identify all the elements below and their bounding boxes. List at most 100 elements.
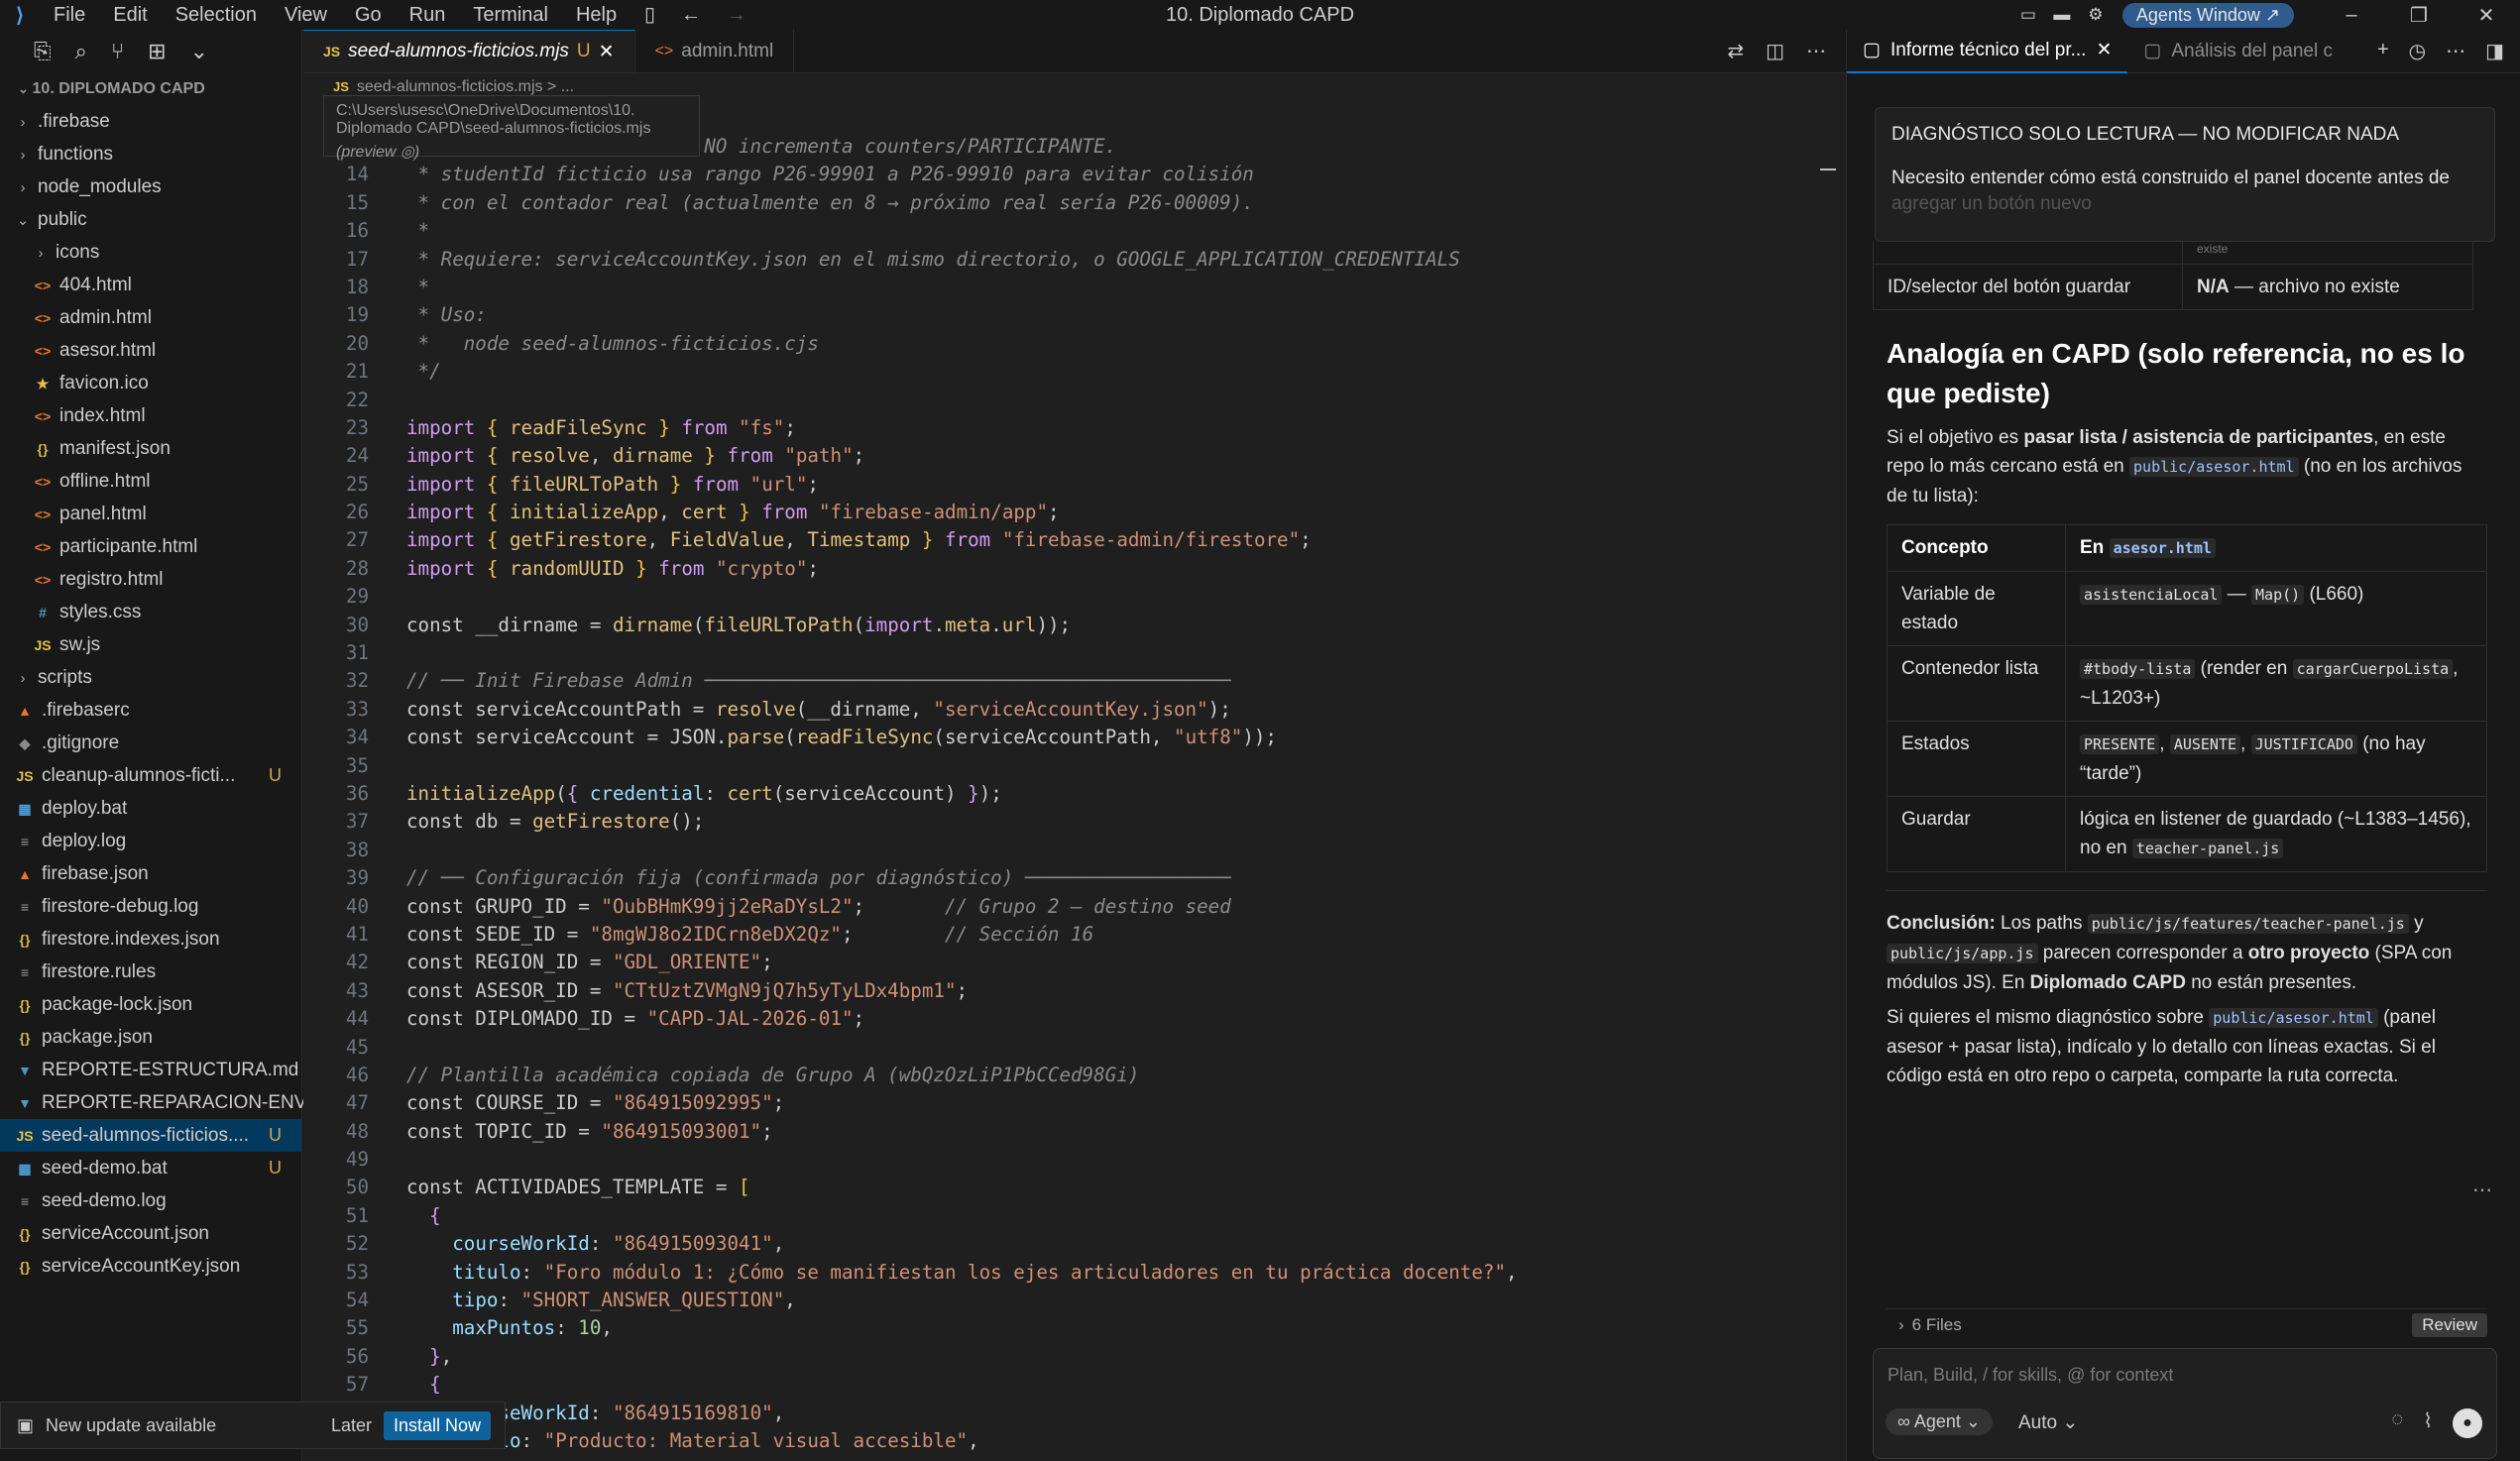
compare-icon[interactable]: ⇄ bbox=[1727, 39, 1744, 63]
file-item[interactable]: ≡ firestore.rules bbox=[0, 955, 301, 988]
code-line[interactable]: 32 // ── Init Firebase Admin ────────────… bbox=[303, 667, 1846, 695]
file-item[interactable]: ≡ seed-demo.log bbox=[0, 1184, 301, 1217]
changed-files-bar[interactable]: › 6 Files Review bbox=[1887, 1308, 2487, 1340]
code-line[interactable]: 28 import { randomUUID } from "crypto"; bbox=[303, 555, 1846, 583]
split-editor-icon[interactable]: ◫ bbox=[1766, 39, 1784, 63]
folder-item[interactable]: ⌄ public bbox=[0, 203, 301, 236]
restore-icon[interactable]: ❐ bbox=[2385, 3, 2453, 28]
code-line[interactable]: 26 import { initializeApp, cert } from "f… bbox=[303, 499, 1846, 526]
tab-seed-alumnos[interactable]: JS seed-alumnos-ficticios.mjs U ✕ bbox=[303, 30, 635, 72]
code-line[interactable]: 36 initializeApp({ credential: cert(servi… bbox=[303, 780, 1846, 808]
menu-item-edit[interactable]: Edit bbox=[99, 4, 161, 27]
code-line[interactable]: 46 // Plantilla académica copiada de Grup… bbox=[303, 1062, 1846, 1089]
extensions-icon[interactable]: ⊞ bbox=[148, 39, 166, 64]
code-line[interactable]: 55 maxPuntos: 10, bbox=[303, 1314, 1846, 1342]
file-item[interactable]: JS seed-alumnos-ficticios.... U bbox=[0, 1119, 301, 1152]
code-line[interactable]: 21 */ bbox=[303, 358, 1846, 386]
close-window-icon[interactable]: ✕ bbox=[2453, 3, 2520, 28]
code-line[interactable]: 49 bbox=[303, 1146, 1846, 1174]
file-item[interactable]: <> panel.html bbox=[0, 498, 301, 530]
folder-item[interactable]: › functions bbox=[0, 138, 301, 170]
code-line[interactable]: 35 bbox=[303, 752, 1846, 780]
code-line[interactable]: 57 { bbox=[303, 1371, 1846, 1399]
chat-tab-analisis[interactable]: ▢ Análisis del panel c bbox=[2127, 30, 2348, 73]
source-control-icon[interactable]: ⑂ bbox=[111, 39, 124, 64]
code-line[interactable]: 45 bbox=[303, 1034, 1846, 1062]
code-line[interactable]: 41 const SEDE_ID = "8mgWJ8o2IDCrn8eDX2Qz"… bbox=[303, 921, 1846, 949]
code-view[interactable]: 13 * No toca Firebase Auth. NO increment… bbox=[303, 133, 1846, 1455]
chat-tab-informe[interactable]: ▢ Informe técnico del pr... ✕ bbox=[1847, 30, 2128, 73]
code-line[interactable]: 29 bbox=[303, 583, 1846, 611]
file-item[interactable]: JS cleanup-alumnos-ficti... U bbox=[0, 759, 301, 792]
code-line[interactable]: 53 titulo: "Foro módulo 1: ¿Cómo se mani… bbox=[303, 1259, 1846, 1287]
code-line[interactable]: 14 * studentId ficticio usa rango P26-99… bbox=[303, 161, 1846, 188]
file-item[interactable]: <> asesor.html bbox=[0, 334, 301, 367]
code-line[interactable]: 33 const serviceAccountPath = resolve(__d… bbox=[303, 696, 1846, 724]
file-item[interactable]: <> index.html bbox=[0, 399, 301, 432]
file-item[interactable]: {} manifest.json bbox=[0, 432, 301, 465]
minimize-icon[interactable]: – bbox=[2318, 4, 2385, 27]
menu-item-go[interactable]: Go bbox=[341, 4, 396, 27]
code-line[interactable]: 31 bbox=[303, 639, 1846, 667]
code-line[interactable]: 47 const COURSE_ID = "864915092995"; bbox=[303, 1089, 1846, 1117]
code-line[interactable]: 25 import { fileURLToPath } from "url"; bbox=[303, 471, 1846, 499]
code-line[interactable]: 24 import { resolve, dirname } from "path… bbox=[303, 442, 1846, 470]
menu-item-selection[interactable]: Selection bbox=[162, 4, 271, 27]
file-item[interactable]: ▦ deploy.bat bbox=[0, 792, 301, 825]
folder-item[interactable]: › node_modules bbox=[0, 170, 301, 203]
file-item[interactable]: {} serviceAccountKey.json bbox=[0, 1250, 301, 1283]
menu-item-view[interactable]: View bbox=[271, 4, 341, 27]
file-item[interactable]: ★ favicon.ico bbox=[0, 367, 301, 399]
code-line[interactable]: 34 const serviceAccount = JSON.parse(read… bbox=[303, 724, 1846, 751]
file-item[interactable]: {} package.json bbox=[0, 1021, 301, 1054]
explorer-header[interactable]: ⌄ 10. DIPLOMADO CAPD bbox=[0, 73, 301, 105]
file-item[interactable]: ≡ deploy.log bbox=[0, 825, 301, 857]
file-item[interactable]: <> registro.html bbox=[0, 563, 301, 596]
user-prompt[interactable]: DIAGNÓSTICO SOLO LECTURA — NO MODIFICAR … bbox=[1875, 107, 2495, 242]
agent-mode-dropdown[interactable]: ∞ Agent ⌄ bbox=[1886, 1408, 1993, 1435]
code-line[interactable]: 20 * node seed-alumnos-ficticios.cjs bbox=[303, 330, 1846, 358]
chat-input[interactable]: Plan, Build, / for skills, @ for context… bbox=[1873, 1348, 2497, 1459]
settings-gear-icon[interactable]: ⚙ bbox=[2079, 5, 2113, 25]
code-line[interactable]: 30 const __dirname = dirname(fileURLToPat… bbox=[303, 612, 1846, 639]
file-item[interactable]: ▼ REPORTE-REPARACION-ENVI... bbox=[0, 1086, 328, 1119]
file-item[interactable]: ▲ firebase.json bbox=[0, 857, 301, 890]
more-actions-icon[interactable]: ⋯ bbox=[1806, 39, 1826, 63]
history-icon[interactable]: ◷ bbox=[2409, 39, 2426, 63]
file-item[interactable]: <> participante.html bbox=[0, 530, 301, 563]
search-icon[interactable]: ⌕ bbox=[75, 39, 87, 64]
code-line[interactable]: 59 titulo: "Producto: Material visual ac… bbox=[303, 1427, 1846, 1455]
more-icon[interactable]: ⋯ bbox=[2446, 39, 2465, 63]
review-button[interactable]: Review bbox=[2412, 1312, 2487, 1337]
code-line[interactable]: 27 import { getFirestore, FieldValue, Tim… bbox=[303, 526, 1846, 554]
panel-toggle-icon[interactable]: ◨ bbox=[2485, 39, 2504, 63]
menu-item-help[interactable]: Help bbox=[562, 4, 630, 27]
file-item[interactable]: ◆ .gitignore bbox=[0, 727, 301, 759]
code-line[interactable]: 51 { bbox=[303, 1202, 1846, 1230]
code-line[interactable]: 38 bbox=[303, 837, 1846, 864]
back-arrow-icon[interactable]: ← bbox=[681, 0, 701, 30]
menu-item-terminal[interactable]: Terminal bbox=[459, 4, 562, 27]
tab-admin-html[interactable]: <> admin.html bbox=[635, 30, 795, 72]
forward-arrow-icon[interactable]: → bbox=[727, 0, 746, 30]
code-line[interactable]: 42 const REGION_ID = "GDL_ORIENTE"; bbox=[303, 949, 1846, 976]
code-line[interactable]: 17 * Requiere: serviceAccountKey.json en… bbox=[303, 246, 1846, 274]
code-line[interactable]: 39 // ── Configuración fija (confirmada p… bbox=[303, 864, 1846, 892]
code-line[interactable]: 19 * Uso: bbox=[303, 301, 1846, 329]
menu-item-run[interactable]: Run bbox=[396, 4, 460, 27]
message-more-icon[interactable]: ⋯ bbox=[2472, 1178, 2492, 1202]
folder-item[interactable]: › scripts bbox=[0, 661, 301, 694]
code-line[interactable]: 54 tipo: "SHORT_ANSWER_QUESTION", bbox=[303, 1287, 1846, 1314]
file-item[interactable]: {} package-lock.json bbox=[0, 988, 301, 1021]
menu-item-file[interactable]: File bbox=[40, 4, 99, 27]
toggle-sidebar-icon[interactable]: ▯ bbox=[644, 0, 655, 30]
layout-icon[interactable]: ▭ bbox=[2011, 5, 2045, 25]
later-button[interactable]: Later bbox=[331, 1415, 372, 1436]
code-line[interactable]: 18 * bbox=[303, 274, 1846, 301]
file-item[interactable]: {} firestore.indexes.json bbox=[0, 923, 301, 955]
file-item[interactable]: # styles.css bbox=[0, 596, 301, 628]
model-dropdown[interactable]: Auto ⌄ bbox=[2018, 1411, 2078, 1434]
file-item[interactable]: ≡ firestore-debug.log bbox=[0, 890, 301, 923]
code-line[interactable]: 56 }, bbox=[303, 1343, 1846, 1371]
agents-window-button[interactable]: Agents Window ↗ bbox=[2121, 2, 2294, 28]
